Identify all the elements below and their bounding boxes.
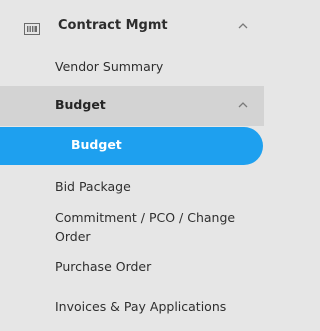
section-title: Contract Mgmt [58, 18, 168, 33]
sidebar-group-budget[interactable]: Budget [0, 86, 264, 126]
chevron-up-icon[interactable] [238, 23, 248, 29]
sidebar-item-label: Commitment / PCO / Change Order [55, 210, 236, 244]
sidebar-group-label: Budget [55, 97, 106, 112]
sidebar-item-label: Budget [71, 137, 122, 152]
ledger-icon [24, 20, 40, 35]
chevron-up-icon[interactable] [238, 102, 248, 108]
sidebar-item-label: Purchase Order [55, 259, 152, 274]
sidebar-item-budget-active[interactable]: Budget [0, 127, 263, 165]
sidebar-item-label: Bid Package [55, 179, 131, 194]
sidebar-item-label: Vendor Summary [55, 59, 164, 74]
sidebar-item-label: Invoices & Pay Applications [55, 299, 227, 314]
section-contract-mgmt[interactable]: Contract Mgmt [0, 6, 264, 46]
sidebar-nav: Contract Mgmt Vendor Summary Budget Budg… [0, 0, 264, 331]
